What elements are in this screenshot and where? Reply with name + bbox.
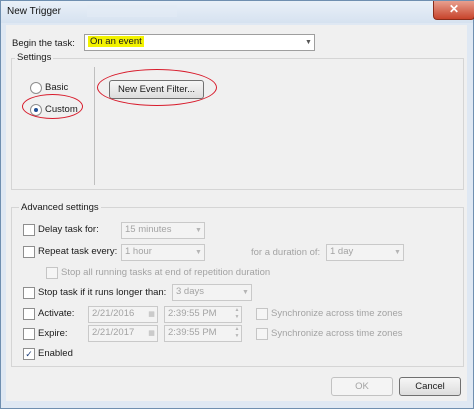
expire-time-picker[interactable]: 2:39:55 PM ▲ ▼	[164, 325, 242, 342]
calendar-dropdown-icon: ▦	[148, 311, 155, 318]
basic-radio[interactable]	[30, 82, 42, 94]
window-title: New Trigger	[7, 6, 61, 17]
filter-annotation-ellipse	[97, 69, 217, 106]
close-button[interactable]: ✕	[433, 1, 474, 20]
expire-time-value: 2:39:55 PM	[168, 327, 217, 338]
time-spinner-icon: ▲ ▼	[234, 307, 240, 320]
expire-sync-label: Synchronize across time zones	[271, 328, 403, 339]
custom-annotation-ellipse	[22, 94, 83, 119]
delay-task-value: 15 minutes	[125, 224, 172, 235]
activate-date-picker[interactable]: 2/21/2016 ▦	[88, 306, 158, 323]
repeat-task-value: 1 hour	[125, 246, 152, 257]
repeat-task-select[interactable]: 1 hour ▼	[121, 244, 205, 261]
expire-sync-checkbox[interactable]	[256, 328, 268, 340]
activate-time-value: 2:39:55 PM	[168, 308, 217, 319]
stop-longer-label: Stop task if it runs longer than:	[38, 287, 167, 298]
stop-running-tasks-checkbox[interactable]	[46, 267, 58, 279]
enabled-checkbox[interactable]: ✓	[23, 348, 35, 360]
title-bar[interactable]: New Trigger ✕	[1, 1, 474, 23]
delay-task-label: Delay task for:	[38, 224, 99, 235]
begin-task-label: Begin the task:	[12, 38, 75, 49]
activate-time-picker[interactable]: 2:39:55 PM ▲ ▼	[164, 306, 242, 323]
begin-task-select[interactable]: On an event ▼	[84, 34, 315, 51]
cancel-button[interactable]: Cancel	[399, 377, 461, 396]
ok-button[interactable]: OK	[331, 377, 393, 396]
delay-task-select[interactable]: 15 minutes ▼	[121, 222, 205, 239]
new-trigger-dialog: New Trigger ✕ Begin the task: On an even…	[0, 0, 474, 409]
advanced-settings-label: Advanced settings	[19, 202, 101, 213]
stop-longer-checkbox[interactable]	[23, 287, 35, 299]
expire-date-value: 2/21/2017	[92, 327, 135, 338]
chevron-down-icon: ▼	[242, 289, 249, 296]
stop-longer-value: 3 days	[176, 286, 204, 297]
dialog-body: Begin the task: On an event ▼ Settings B…	[6, 25, 467, 401]
calendar-dropdown-icon: ▦	[148, 330, 155, 337]
activate-checkbox[interactable]	[23, 308, 35, 320]
duration-label: for a duration of:	[251, 247, 321, 258]
begin-task-value: On an event	[88, 36, 144, 47]
settings-group-label: Settings	[15, 52, 54, 63]
stop-running-tasks-label: Stop all running tasks at end of repetit…	[61, 267, 271, 278]
enabled-label: Enabled	[38, 348, 73, 359]
expire-checkbox[interactable]	[23, 328, 35, 340]
chevron-down-icon: ▼	[195, 249, 202, 256]
title-ghost	[87, 5, 177, 17]
activate-sync-label: Synchronize across time zones	[271, 308, 403, 319]
settings-group	[11, 58, 464, 190]
activate-date-value: 2/21/2016	[92, 308, 135, 319]
basic-radio-label: Basic	[45, 82, 69, 93]
duration-select[interactable]: 1 day ▼	[326, 244, 404, 261]
repeat-task-checkbox[interactable]	[23, 246, 35, 258]
expire-date-picker[interactable]: 2/21/2017 ▦	[88, 325, 158, 342]
activate-label: Activate:	[38, 308, 75, 319]
settings-divider	[94, 67, 95, 185]
chevron-down-icon: ▼	[305, 39, 312, 46]
time-spinner-icon: ▲ ▼	[234, 326, 240, 339]
chevron-down-icon: ▼	[195, 227, 202, 234]
repeat-task-label: Repeat task every:	[38, 246, 118, 257]
delay-task-checkbox[interactable]	[23, 224, 35, 236]
checkmark-icon: ✓	[25, 349, 33, 359]
chevron-down-icon: ▼	[394, 249, 401, 256]
stop-longer-select[interactable]: 3 days ▼	[172, 284, 252, 301]
expire-label: Expire:	[38, 328, 68, 339]
duration-value: 1 day	[330, 246, 354, 257]
activate-sync-checkbox[interactable]	[256, 308, 268, 320]
